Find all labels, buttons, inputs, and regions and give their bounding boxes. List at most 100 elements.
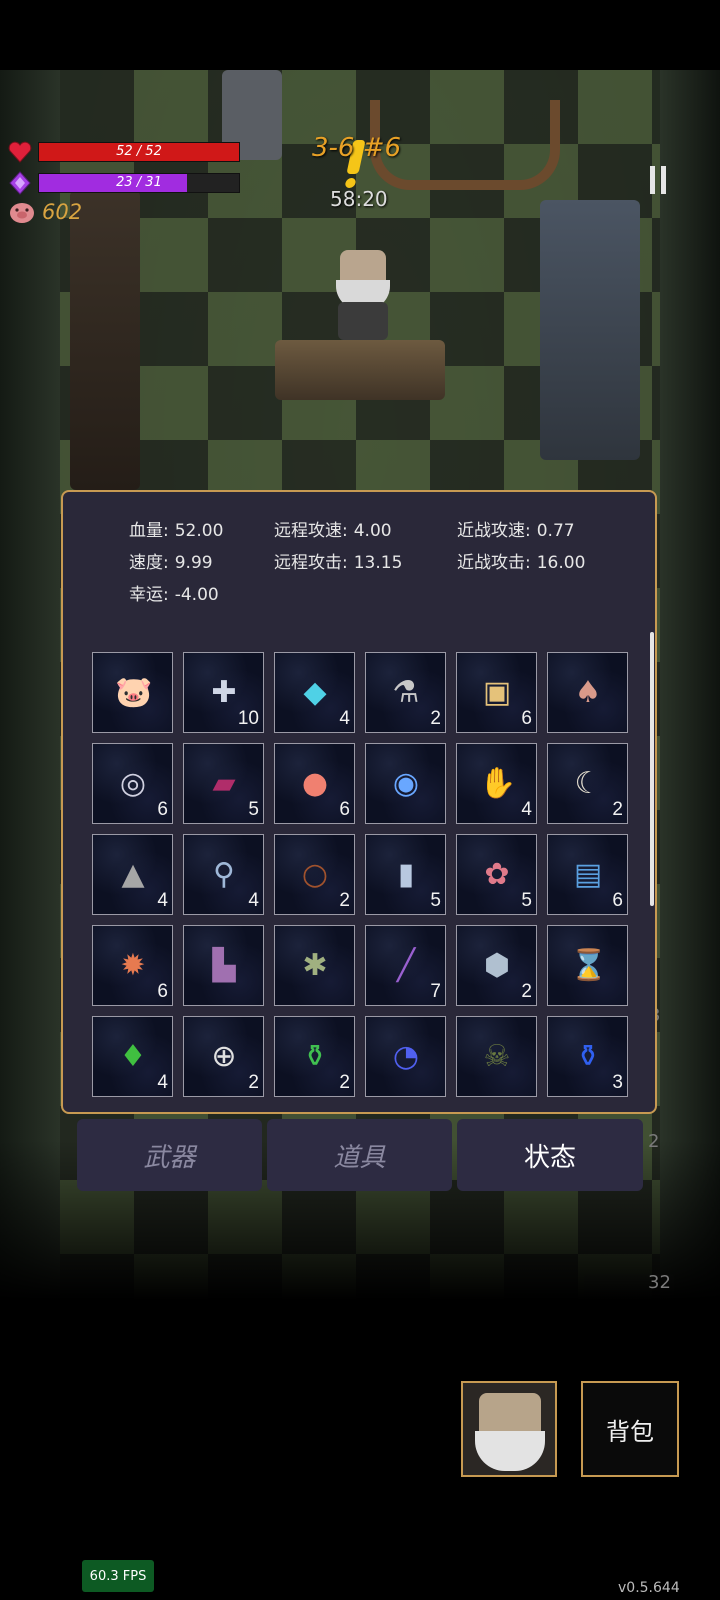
backpack-button[interactable]: 背包 <box>581 1381 679 1477</box>
item-count: 5 <box>521 890 532 911</box>
red-gloves-icon: ✋ <box>479 766 517 801</box>
stat-melee-attack: 近战攻击: 16.00 <box>457 553 586 573</box>
item-count: 4 <box>521 799 532 820</box>
pause-button[interactable] <box>650 166 668 194</box>
inventory-slot[interactable]: ▰ 5 <box>183 743 264 824</box>
mp-row: 23 / 31 <box>8 171 240 195</box>
inventory-slot[interactable]: ♦ 4 <box>92 1016 173 1097</box>
piggy-coin-icon <box>10 203 34 223</box>
inventory-slot[interactable]: ⊕ 2 <box>183 1016 264 1097</box>
background-count: 2 <box>648 1131 660 1152</box>
item-count: 4 <box>157 890 168 911</box>
inventory-slot[interactable]: ⚲ 4 <box>183 834 264 915</box>
inventory-slot[interactable]: ✋ 4 <box>456 743 537 824</box>
medkit-card-icon: ✚ <box>211 675 237 710</box>
right-wall <box>660 70 720 1300</box>
inventory-slot[interactable]: ▤ 6 <box>547 834 628 915</box>
flask-icon: ⚗ <box>392 675 420 710</box>
inventory-slot[interactable]: ▮ 5 <box>365 834 446 915</box>
inventory-slot[interactable]: ◆ 4 <box>274 652 355 733</box>
stone-icon: ⬢ <box>483 948 511 983</box>
coin-count: 602 <box>42 200 83 224</box>
bookshelf-prop <box>70 190 140 490</box>
hp-row: 52 / 52 <box>8 141 240 163</box>
item-count: 6 <box>612 890 623 911</box>
portrait-beard <box>475 1431 545 1471</box>
boots-icon: ▙ <box>212 948 236 983</box>
inventory-slot[interactable]: ♠ <box>547 652 628 733</box>
status-panel: 血量: 52.00 远程攻速: 4.00 近战攻速: 0.77 速度: 9.99 远程攻… <box>61 490 657 1114</box>
piggy-bank-icon: 🐷 <box>115 675 153 710</box>
stat-luck: 幸运: -4.00 <box>129 585 219 605</box>
item-count: 5 <box>430 890 441 911</box>
inventory-slot[interactable]: ✿ 5 <box>456 834 537 915</box>
tombstone-icon: ▲ <box>121 857 145 892</box>
inventory-slot[interactable]: ◔ <box>365 1016 446 1097</box>
inventory-slot[interactable]: ⌛ <box>547 925 628 1006</box>
inventory-slot[interactable]: ○ 2 <box>274 834 355 915</box>
green-potion-icon: ⚱ <box>302 1039 328 1074</box>
inventory-slot[interactable]: ⚱ 3 <box>547 1016 628 1097</box>
mushroom-icon: ♠ <box>574 675 602 710</box>
magnifier-icon: ⚲ <box>213 857 235 892</box>
blue-book-icon: ▤ <box>573 857 603 892</box>
tab-weapons[interactable]: 武器 <box>77 1119 262 1191</box>
item-count: 4 <box>157 1072 168 1093</box>
inventory-slot[interactable]: ⚗ 2 <box>365 652 446 733</box>
stage-label: 3-6 #6 <box>312 133 402 163</box>
item-grid: 🐷 ✚ 10 ◆ 4 ⚗ 2 ▣ 6 ♠ ◎ 6 ▰ 5 ● 6 ◉ ✋ 4 ☾ 2 ▲ 4 ⚲ 4 ○ 2 ▮ 5 ✿ 5 ▤ 6 ✹ 6 ▙ ✱ ╱ 7… <box>92 652 628 1097</box>
item-count: 2 <box>339 890 350 911</box>
inventory-slot[interactable]: 🐷 <box>92 652 173 733</box>
item-count: 10 <box>237 708 259 729</box>
item-count: 2 <box>521 981 532 1002</box>
hp-text: 52 / 52 <box>116 144 162 159</box>
item-count: 6 <box>339 799 350 820</box>
item-count: 7 <box>430 981 441 1002</box>
background-count: 32 <box>648 1272 671 1293</box>
inventory-slot[interactable]: ╱ 7 <box>365 925 446 1006</box>
run-timer: 58:20 <box>330 187 388 211</box>
blue-potion-icon: ⚱ <box>575 1039 601 1074</box>
inventory-slot[interactable]: ▙ <box>183 925 264 1006</box>
machine-prop <box>540 200 640 460</box>
thorn-crown-icon: ○ <box>301 857 329 892</box>
wand-icon: ╱ <box>396 948 416 983</box>
frog-icon: ✱ <box>302 948 328 983</box>
inventory-slot[interactable]: ⬢ 2 <box>456 925 537 1006</box>
item-count: 2 <box>430 708 441 729</box>
blue-crystal-icon: ◆ <box>303 675 327 710</box>
inventory-slot[interactable]: ☠ <box>456 1016 537 1097</box>
inventory-slot[interactable]: ◉ <box>365 743 446 824</box>
item-count: 2 <box>339 1072 350 1093</box>
item-count: 5 <box>248 799 259 820</box>
stat-hp: 血量: 52.00 <box>129 521 224 541</box>
inventory-slot[interactable]: ✹ 6 <box>92 925 173 1006</box>
inventory-slot[interactable]: ◎ 6 <box>92 743 173 824</box>
inventory-slot[interactable]: ✱ <box>274 925 355 1006</box>
stat-speed: 速度: 9.99 <box>129 553 213 573</box>
inventory-slot[interactable]: ✚ 10 <box>183 652 264 733</box>
character-portrait-button[interactable] <box>461 1381 557 1477</box>
item-count: 3 <box>612 1072 623 1093</box>
item-count: 2 <box>612 799 623 820</box>
bottle-icon: ▮ <box>397 857 415 892</box>
mp-text: 23 / 31 <box>116 175 162 190</box>
item-count: 6 <box>157 981 168 1002</box>
tab-status[interactable]: 状态 <box>457 1119 643 1191</box>
hp-bar: 52 / 52 <box>38 142 240 162</box>
magic-orb-icon: ◉ <box>392 766 420 801</box>
stat-ranged-speed: 远程攻速: 4.00 <box>274 521 392 541</box>
inventory-slot[interactable]: ▲ 4 <box>92 834 173 915</box>
item-count: 6 <box>521 708 532 729</box>
gold-cubes-icon: ▣ <box>482 675 512 710</box>
merchant-npc[interactable] <box>330 250 396 340</box>
mp-bar: 23 / 31 <box>38 173 240 193</box>
item-grid-scrollbar[interactable] <box>650 632 654 906</box>
holy-ring-icon: ⊕ <box>211 1039 237 1074</box>
inventory-slot[interactable]: ▣ 6 <box>456 652 537 733</box>
tab-items[interactable]: 道具 <box>267 1119 452 1191</box>
inventory-slot[interactable]: ● 6 <box>274 743 355 824</box>
item-count: 4 <box>248 890 259 911</box>
inventory-slot[interactable]: ⚱ 2 <box>274 1016 355 1097</box>
inventory-slot[interactable]: ☾ 2 <box>547 743 628 824</box>
